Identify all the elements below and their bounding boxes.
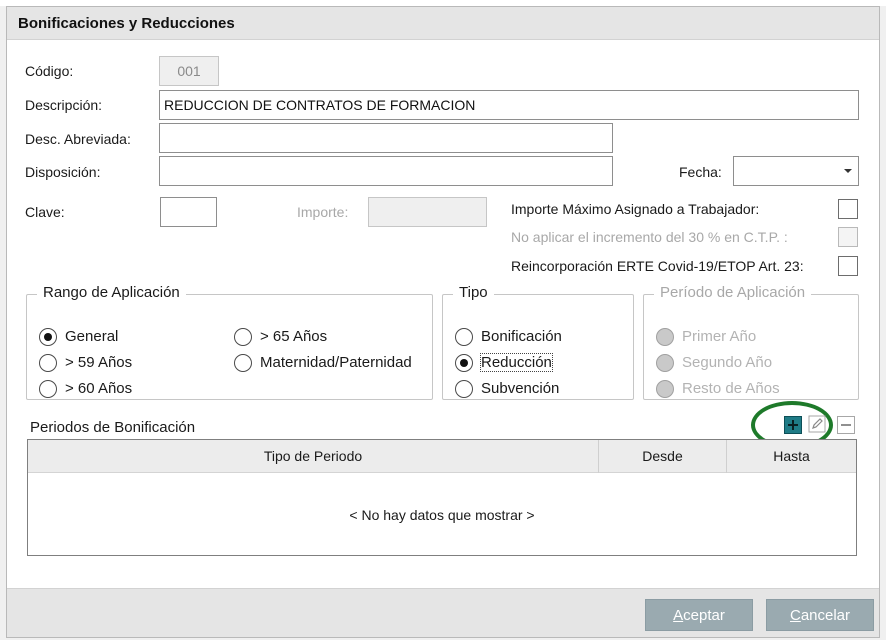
radio-resto-anos[interactable]	[656, 380, 674, 398]
no-aplicar-checkbox[interactable]	[838, 227, 858, 247]
radio-general[interactable]	[39, 328, 57, 346]
accept-mnemonic: A	[673, 607, 684, 624]
clave-field[interactable]	[160, 197, 217, 227]
reincorporacion-label: Reincorporación ERTE Covid-19/ETOP Art. …	[511, 258, 804, 274]
grid-header: Tipo de Periodo Desde Hasta	[28, 440, 856, 473]
radio-mayor-59[interactable]	[39, 354, 57, 372]
radio-reduccion[interactable]	[455, 354, 473, 372]
dialog-footer: Aceptar Cancelar	[7, 588, 879, 637]
periodos-bonificacion-label: Periodos de Bonificación	[30, 419, 196, 436]
desc-abreviada-field[interactable]	[159, 123, 613, 153]
radio-subvencion-label[interactable]: Subvención	[481, 380, 559, 397]
column-hasta[interactable]: Hasta	[726, 440, 856, 473]
dialog-titlebar: Bonificaciones y Reducciones	[7, 7, 879, 40]
radio-mayor-65-label[interactable]: > 65 Años	[260, 328, 327, 345]
radio-segundo-ano-label[interactable]: Segundo Año	[682, 354, 772, 371]
column-tipo-periodo[interactable]: Tipo de Periodo	[28, 440, 598, 473]
radio-primer-ano[interactable]	[656, 328, 674, 346]
radio-primer-ano-label[interactable]: Primer Año	[682, 328, 756, 345]
descripcion-label: Descripción:	[25, 97, 103, 113]
radio-subvencion[interactable]	[455, 380, 473, 398]
reincorporacion-checkbox[interactable]	[838, 256, 858, 276]
edit-period-button[interactable]	[808, 415, 826, 433]
fecha-label: Fecha:	[679, 164, 722, 180]
periodo-aplicacion-legend: Período de Aplicación	[654, 284, 812, 301]
codigo-label: Código:	[25, 63, 74, 79]
radio-mayor-60[interactable]	[39, 380, 57, 398]
importe-label: Importe:	[297, 204, 349, 220]
periodo-aplicacion-group: Período de Aplicación Primer Año Segundo…	[643, 284, 859, 400]
radio-maternidad-label[interactable]: Maternidad/Paternidad	[260, 354, 412, 371]
cancel-button[interactable]: Cancelar	[766, 599, 874, 631]
radio-general-label[interactable]: General	[65, 328, 118, 345]
cancel-label: ancelar	[800, 607, 851, 624]
periodos-grid: Tipo de Periodo Desde Hasta < No hay dat…	[27, 439, 857, 556]
rango-aplicacion-legend: Rango de Aplicación	[37, 284, 186, 301]
radio-mayor-65[interactable]	[234, 328, 252, 346]
pencil-icon	[808, 415, 826, 433]
clave-label: Clave:	[25, 204, 65, 220]
cancel-mnemonic: C	[789, 607, 801, 624]
radio-reduccion-label[interactable]: Reducción	[480, 353, 553, 372]
radio-mayor-59-label[interactable]: > 59 Años	[65, 354, 132, 371]
plus-icon	[788, 420, 798, 430]
dialog-title: Bonificaciones y Reducciones	[18, 15, 235, 32]
radio-bonificacion-label[interactable]: Bonificación	[481, 328, 562, 345]
radio-mayor-60-label[interactable]: > 60 Años	[65, 380, 132, 397]
empty-grid-message: < No hay datos que mostrar >	[349, 507, 535, 523]
desc-abreviada-label: Desc. Abreviada:	[25, 131, 131, 147]
no-aplicar-label: No aplicar el incremento del 30 % en C.T…	[511, 229, 788, 245]
disposicion-field[interactable]	[159, 156, 613, 186]
radio-resto-anos-label[interactable]: Resto de Años	[682, 380, 780, 397]
codigo-field[interactable]: 001	[159, 56, 219, 86]
radio-segundo-ano[interactable]	[656, 354, 674, 372]
importe-field[interactable]	[368, 197, 487, 227]
descripcion-field[interactable]: REDUCCION DE CONTRATOS DE FORMACION	[159, 90, 859, 120]
column-desde[interactable]: Desde	[598, 440, 726, 473]
chevron-down-icon[interactable]	[844, 169, 852, 173]
add-period-button[interactable]	[784, 416, 802, 434]
disposicion-label: Disposición:	[25, 164, 101, 180]
radio-bonificacion[interactable]	[455, 328, 473, 346]
tipo-group: Tipo Bonificación Reducción Subvención	[442, 284, 634, 400]
tipo-legend: Tipo	[453, 284, 494, 301]
accept-button[interactable]: Aceptar	[645, 599, 753, 631]
accept-label: ceptar	[683, 607, 725, 624]
bonificaciones-dialog: Bonificaciones y Reducciones Código: 001…	[6, 6, 880, 638]
minus-icon	[837, 416, 855, 434]
importe-maximo-checkbox[interactable]	[838, 199, 858, 219]
radio-maternidad[interactable]	[234, 354, 252, 372]
rango-aplicacion-group: Rango de Aplicación General > 59 Años > …	[26, 284, 433, 400]
importe-maximo-label: Importe Máximo Asignado a Trabajador:	[511, 201, 760, 217]
fecha-dropdown[interactable]	[733, 156, 859, 186]
remove-period-button[interactable]	[837, 416, 855, 434]
